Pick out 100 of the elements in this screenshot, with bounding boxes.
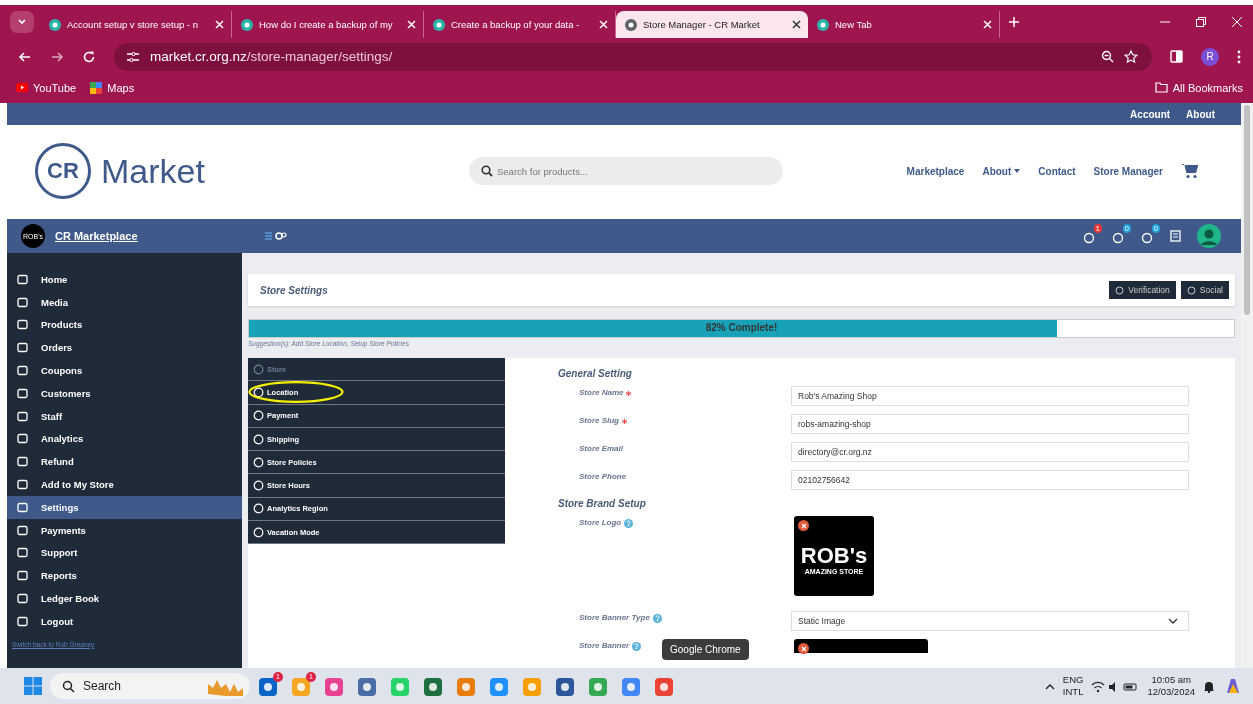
text-field[interactable]: Rob's Amazing Shop bbox=[791, 386, 1189, 406]
sidebar-item[interactable]: Support bbox=[7, 541, 242, 565]
square-icon bbox=[17, 479, 28, 491]
sidebar-item[interactable]: Orders bbox=[7, 336, 242, 360]
profile-avatar[interactable]: R bbox=[1201, 47, 1219, 66]
search-field[interactable]: Search bbox=[50, 673, 250, 699]
remove-icon[interactable] bbox=[798, 643, 809, 654]
user-avatar[interactable] bbox=[1197, 224, 1221, 248]
side-panel-icon[interactable] bbox=[1170, 50, 1183, 63]
chevron-icon bbox=[1168, 618, 1178, 624]
nav-link[interactable]: Contact bbox=[1038, 165, 1076, 177]
field-label: Store Banner Type bbox=[579, 613, 650, 622]
header-button[interactable]: Verification bbox=[1109, 281, 1176, 299]
new-tab-icon[interactable] bbox=[1008, 15, 1020, 28]
reload-icon[interactable] bbox=[82, 49, 96, 64]
dropdown-field[interactable]: Static Image bbox=[791, 611, 1189, 631]
language-indicator[interactable]: ENG INTL bbox=[1062, 674, 1084, 698]
chevron-icon bbox=[17, 16, 27, 27]
all-bookmarks-button[interactable]: All Bookmarks bbox=[1154, 81, 1243, 94]
url-text: market.cr.org.nz/store-manager/settings/ bbox=[150, 49, 393, 64]
app-icon bbox=[522, 676, 542, 697]
square-icon bbox=[17, 593, 28, 605]
bookmark-link[interactable]: Maps bbox=[90, 81, 135, 94]
close-icon[interactable] bbox=[792, 20, 801, 29]
restore-icon[interactable] bbox=[1195, 15, 1207, 28]
page-title: Store Settings bbox=[260, 284, 328, 296]
sidebar-item[interactable]: Refund bbox=[7, 450, 242, 474]
logo-mark[interactable]: CR bbox=[35, 143, 91, 199]
app-icon bbox=[654, 676, 674, 697]
forward-icon[interactable] bbox=[50, 49, 64, 64]
star-icon[interactable] bbox=[1124, 49, 1138, 64]
chevron-icon[interactable] bbox=[1044, 682, 1055, 690]
browser-tab[interactable]: Store Manager - CR Market bbox=[616, 11, 808, 38]
nav-link[interactable]: About bbox=[982, 165, 1021, 177]
logo-text[interactable]: Market bbox=[101, 151, 205, 191]
sidebar-item[interactable]: Logout bbox=[7, 609, 242, 633]
square-icon bbox=[17, 410, 28, 422]
sidebar-item[interactable]: Add to My Store bbox=[7, 473, 242, 496]
sidebar-item[interactable]: Home bbox=[7, 268, 242, 291]
circle-icon bbox=[253, 526, 264, 538]
site-icon bbox=[624, 17, 638, 32]
store-link[interactable]: CR Marketplace bbox=[55, 230, 255, 242]
header-button[interactable]: Social bbox=[1180, 281, 1229, 299]
circle-icon bbox=[253, 363, 264, 375]
nav-link[interactable]: Store Manager bbox=[1093, 165, 1163, 177]
sidebar-item[interactable]: Coupons bbox=[7, 359, 242, 382]
sidebar-item[interactable]: Staff bbox=[7, 404, 242, 428]
bookmark-link[interactable]: YouTube bbox=[16, 81, 77, 94]
circle-icon bbox=[253, 433, 264, 445]
notification-button[interactable]: 1 bbox=[1083, 224, 1102, 248]
square-icon bbox=[17, 387, 28, 399]
sidebar-item[interactable]: Customers bbox=[7, 382, 242, 405]
circle-icon bbox=[253, 410, 264, 422]
circle-icon bbox=[253, 386, 264, 398]
square-icon bbox=[17, 433, 28, 445]
remove-icon[interactable] bbox=[798, 520, 809, 531]
text-field[interactable]: directory@cr.org.nz bbox=[791, 442, 1189, 462]
menu-icon[interactable] bbox=[265, 231, 287, 241]
square-icon bbox=[17, 365, 28, 377]
search-icon bbox=[62, 679, 75, 693]
top-link[interactable]: Account bbox=[1130, 108, 1171, 120]
top-link[interactable]: About bbox=[1186, 108, 1215, 120]
square-icon bbox=[17, 319, 28, 331]
section-title: Store Brand Setup bbox=[558, 498, 647, 511]
bell-icon[interactable] bbox=[1203, 679, 1215, 693]
field-label: Store Phone bbox=[579, 472, 627, 481]
zoom-icon[interactable] bbox=[1101, 50, 1114, 63]
nav-link[interactable]: Marketplace bbox=[906, 165, 965, 177]
field-label: Store Email bbox=[579, 444, 623, 453]
search-field[interactable]: Search for products... bbox=[469, 157, 783, 185]
play-icon bbox=[16, 83, 28, 92]
document-icon[interactable] bbox=[1170, 230, 1181, 242]
app-icon bbox=[390, 676, 410, 697]
address-bar[interactable]: market.cr.org.nz/store-manager/settings/ bbox=[114, 42, 1152, 71]
sidebar-item[interactable]: Ledger Book bbox=[7, 587, 242, 610]
square-icon bbox=[17, 615, 28, 627]
sidebar-item[interactable]: Analytics bbox=[7, 427, 242, 451]
text-field[interactable]: 02102756642 bbox=[791, 470, 1189, 490]
back-icon[interactable] bbox=[18, 49, 32, 64]
more-icon[interactable] bbox=[1237, 49, 1241, 64]
text-field[interactable]: robs-amazing-shop bbox=[791, 414, 1189, 434]
site-icon bbox=[48, 17, 62, 32]
field-label: Store Slug bbox=[579, 416, 619, 425]
sidebar-item[interactable]: Media bbox=[7, 290, 242, 314]
scrollbar[interactable] bbox=[1241, 103, 1253, 668]
store-banner[interactable] bbox=[794, 639, 928, 653]
app-icon bbox=[324, 676, 344, 697]
tab-search-button[interactable] bbox=[10, 10, 34, 33]
sidebar-item[interactable]: Settings bbox=[7, 495, 242, 519]
app-icon bbox=[555, 676, 575, 697]
sidebar-item[interactable]: Products bbox=[7, 313, 242, 337]
square-icon bbox=[17, 342, 28, 354]
cart-icon[interactable] bbox=[1181, 163, 1199, 179]
system-tray-icon[interactable] bbox=[1091, 679, 1140, 693]
map-icon bbox=[90, 81, 103, 94]
clock[interactable]: 10:05 am 12/03/2024 bbox=[1147, 674, 1195, 698]
square-icon bbox=[17, 296, 28, 308]
sidebar-item[interactable]: Payments bbox=[7, 518, 242, 542]
sidebar-item[interactable]: Reports bbox=[7, 564, 242, 588]
square-icon bbox=[17, 547, 28, 559]
